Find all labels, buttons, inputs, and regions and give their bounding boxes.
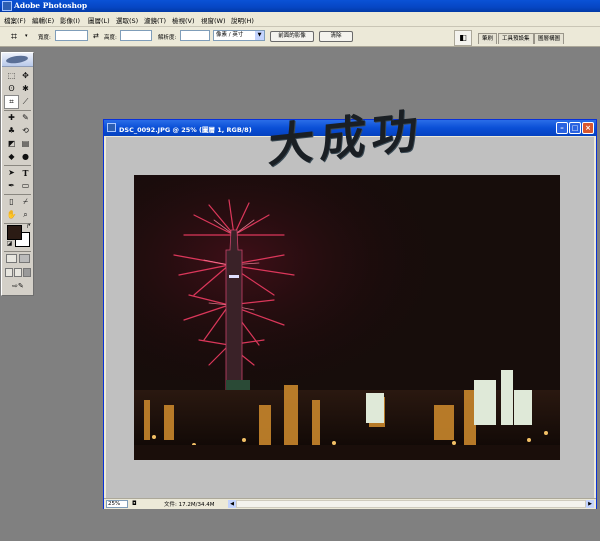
resolution-label: 解析度:	[158, 35, 177, 41]
document-title: DSC_0092.JPG @ 25% (圖層 1, RGB/8)	[119, 126, 252, 134]
fireworks-photo	[134, 175, 560, 460]
toolbox-divider	[4, 194, 31, 195]
tab-tool-presets[interactable]: 工具預設集	[498, 33, 534, 44]
menu-bar: 檔案(F) 編輯(E) 影像(I) 圖層(L) 選取(S) 濾鏡(T) 檢視(V…	[0, 12, 600, 27]
standard-mode-icon[interactable]	[6, 254, 17, 263]
menu-layer[interactable]: 圖層(L)	[88, 15, 110, 25]
hand-icon[interactable]: ✋	[5, 209, 18, 221]
move-icon[interactable]: ✥	[19, 70, 32, 82]
document-size: 文件: 17.2M/34.4M	[164, 502, 215, 508]
screen-mode-standard-icon[interactable]	[5, 268, 13, 277]
gradient-icon[interactable]: ▤	[19, 138, 32, 150]
menu-filter[interactable]: 濾鏡(T)	[144, 15, 166, 25]
resolution-input[interactable]	[180, 30, 210, 41]
document-icon	[107, 123, 116, 132]
notes-icon[interactable]: ▯	[5, 196, 18, 208]
palette-well-icon[interactable]: ◧	[454, 30, 472, 46]
default-colors-icon[interactable]: ◪	[3, 238, 16, 250]
crop-tool-icon[interactable]: ⌗	[4, 95, 19, 109]
clone-stamp-icon[interactable]: ♣	[5, 125, 18, 137]
document-status-bar: 25% ◘ 文件: 17.2M/34.4M ◀ ▶	[104, 498, 596, 509]
close-icon[interactable]: ×	[582, 122, 594, 134]
scroll-left-icon[interactable]: ◀	[228, 500, 236, 508]
toolbox-divider	[4, 251, 31, 252]
width-label: 寬度:	[38, 35, 51, 41]
menu-edit[interactable]: 編輯(E)	[32, 15, 54, 25]
photoshop-icon	[2, 1, 12, 11]
screen-mode-menubar-icon[interactable]	[14, 268, 22, 277]
jump-to-imageready-icon[interactable]: ⇨✎	[5, 280, 31, 292]
dodge-icon[interactable]: ●	[19, 151, 32, 163]
front-image-button[interactable]: 前面的影像	[270, 31, 314, 42]
type-icon[interactable]: T	[19, 167, 32, 179]
width-input[interactable]	[55, 30, 88, 41]
horizontal-scrollbar[interactable]	[236, 500, 586, 508]
clear-button[interactable]: 清除	[319, 31, 353, 42]
height-input[interactable]	[120, 30, 152, 41]
menu-window[interactable]: 視窗(W)	[201, 15, 226, 25]
app-title: Adobe Photoshop	[14, 1, 88, 10]
toolbox-divider	[4, 110, 31, 111]
zoom-icon[interactable]: ⌕	[19, 209, 32, 221]
eyedropper-icon[interactable]: ⌿	[19, 196, 32, 208]
path-select-icon[interactable]: ➤	[5, 167, 18, 179]
toolbox: ⬚ ✥ ʘ ✱ ⌗ ⟋ ✚ ✎ ♣ ⟲ ◩ ▤ ◆ ● ➤ T ✒ ▭ ▯ ⌿ …	[1, 52, 34, 296]
tool-preset-caret-icon[interactable]: ▾	[25, 33, 28, 39]
minimize-icon[interactable]: –	[556, 122, 568, 134]
menu-file[interactable]: 檔案(F)	[4, 15, 26, 25]
eraser-icon[interactable]: ◩	[5, 138, 18, 150]
maximize-icon[interactable]: □	[569, 122, 581, 134]
crop-icon[interactable]: ⌗	[7, 30, 21, 43]
lasso-icon[interactable]: ʘ	[5, 83, 18, 95]
document-canvas[interactable]	[106, 137, 594, 498]
chevron-down-icon: ▼	[255, 31, 264, 40]
menu-help[interactable]: 說明(H)	[231, 15, 254, 25]
slice-icon[interactable]: ⟋	[19, 96, 32, 108]
pen-icon[interactable]: ✒	[5, 180, 18, 192]
menu-select[interactable]: 選取(S)	[116, 15, 138, 25]
blur-icon[interactable]: ◆	[5, 151, 18, 163]
zoom-field[interactable]: 25%	[106, 500, 128, 508]
app-titlebar: Adobe Photoshop	[0, 0, 600, 12]
magic-wand-icon[interactable]: ✱	[19, 83, 32, 95]
swap-dimensions-icon[interactable]: ⇄	[93, 32, 99, 40]
quick-mask-icon[interactable]	[19, 254, 30, 263]
height-label: 高度:	[104, 35, 117, 41]
toolbox-header[interactable]	[2, 53, 33, 67]
tab-layer-comps[interactable]: 圖層構圖	[534, 33, 565, 44]
toolbox-divider	[4, 165, 31, 166]
scroll-right-icon[interactable]: ▶	[586, 500, 594, 508]
history-brush-icon[interactable]: ⟲	[19, 125, 32, 137]
brush-icon[interactable]: ✎	[19, 112, 32, 124]
resolution-units-select[interactable]: 像素 / 英寸 ▼	[213, 30, 265, 41]
menu-view[interactable]: 檢視(V)	[172, 15, 195, 25]
document-window: DSC_0092.JPG @ 25% (圖層 1, RGB/8) – □ × 2…	[103, 119, 597, 509]
marquee-icon[interactable]: ⬚	[5, 70, 18, 82]
menu-image[interactable]: 影像(I)	[60, 15, 80, 25]
units-value: 像素 / 英寸	[216, 32, 244, 38]
swap-colors-icon[interactable]: ↱	[22, 221, 35, 233]
healing-brush-icon[interactable]: ✚	[5, 112, 18, 124]
status-menu-icon[interactable]: ◘	[132, 500, 137, 507]
screen-mode-full-icon[interactable]	[23, 268, 31, 277]
shape-icon[interactable]: ▭	[19, 180, 32, 192]
feather-logo-icon	[5, 54, 29, 65]
tab-brushes[interactable]: 筆刷	[478, 33, 498, 44]
